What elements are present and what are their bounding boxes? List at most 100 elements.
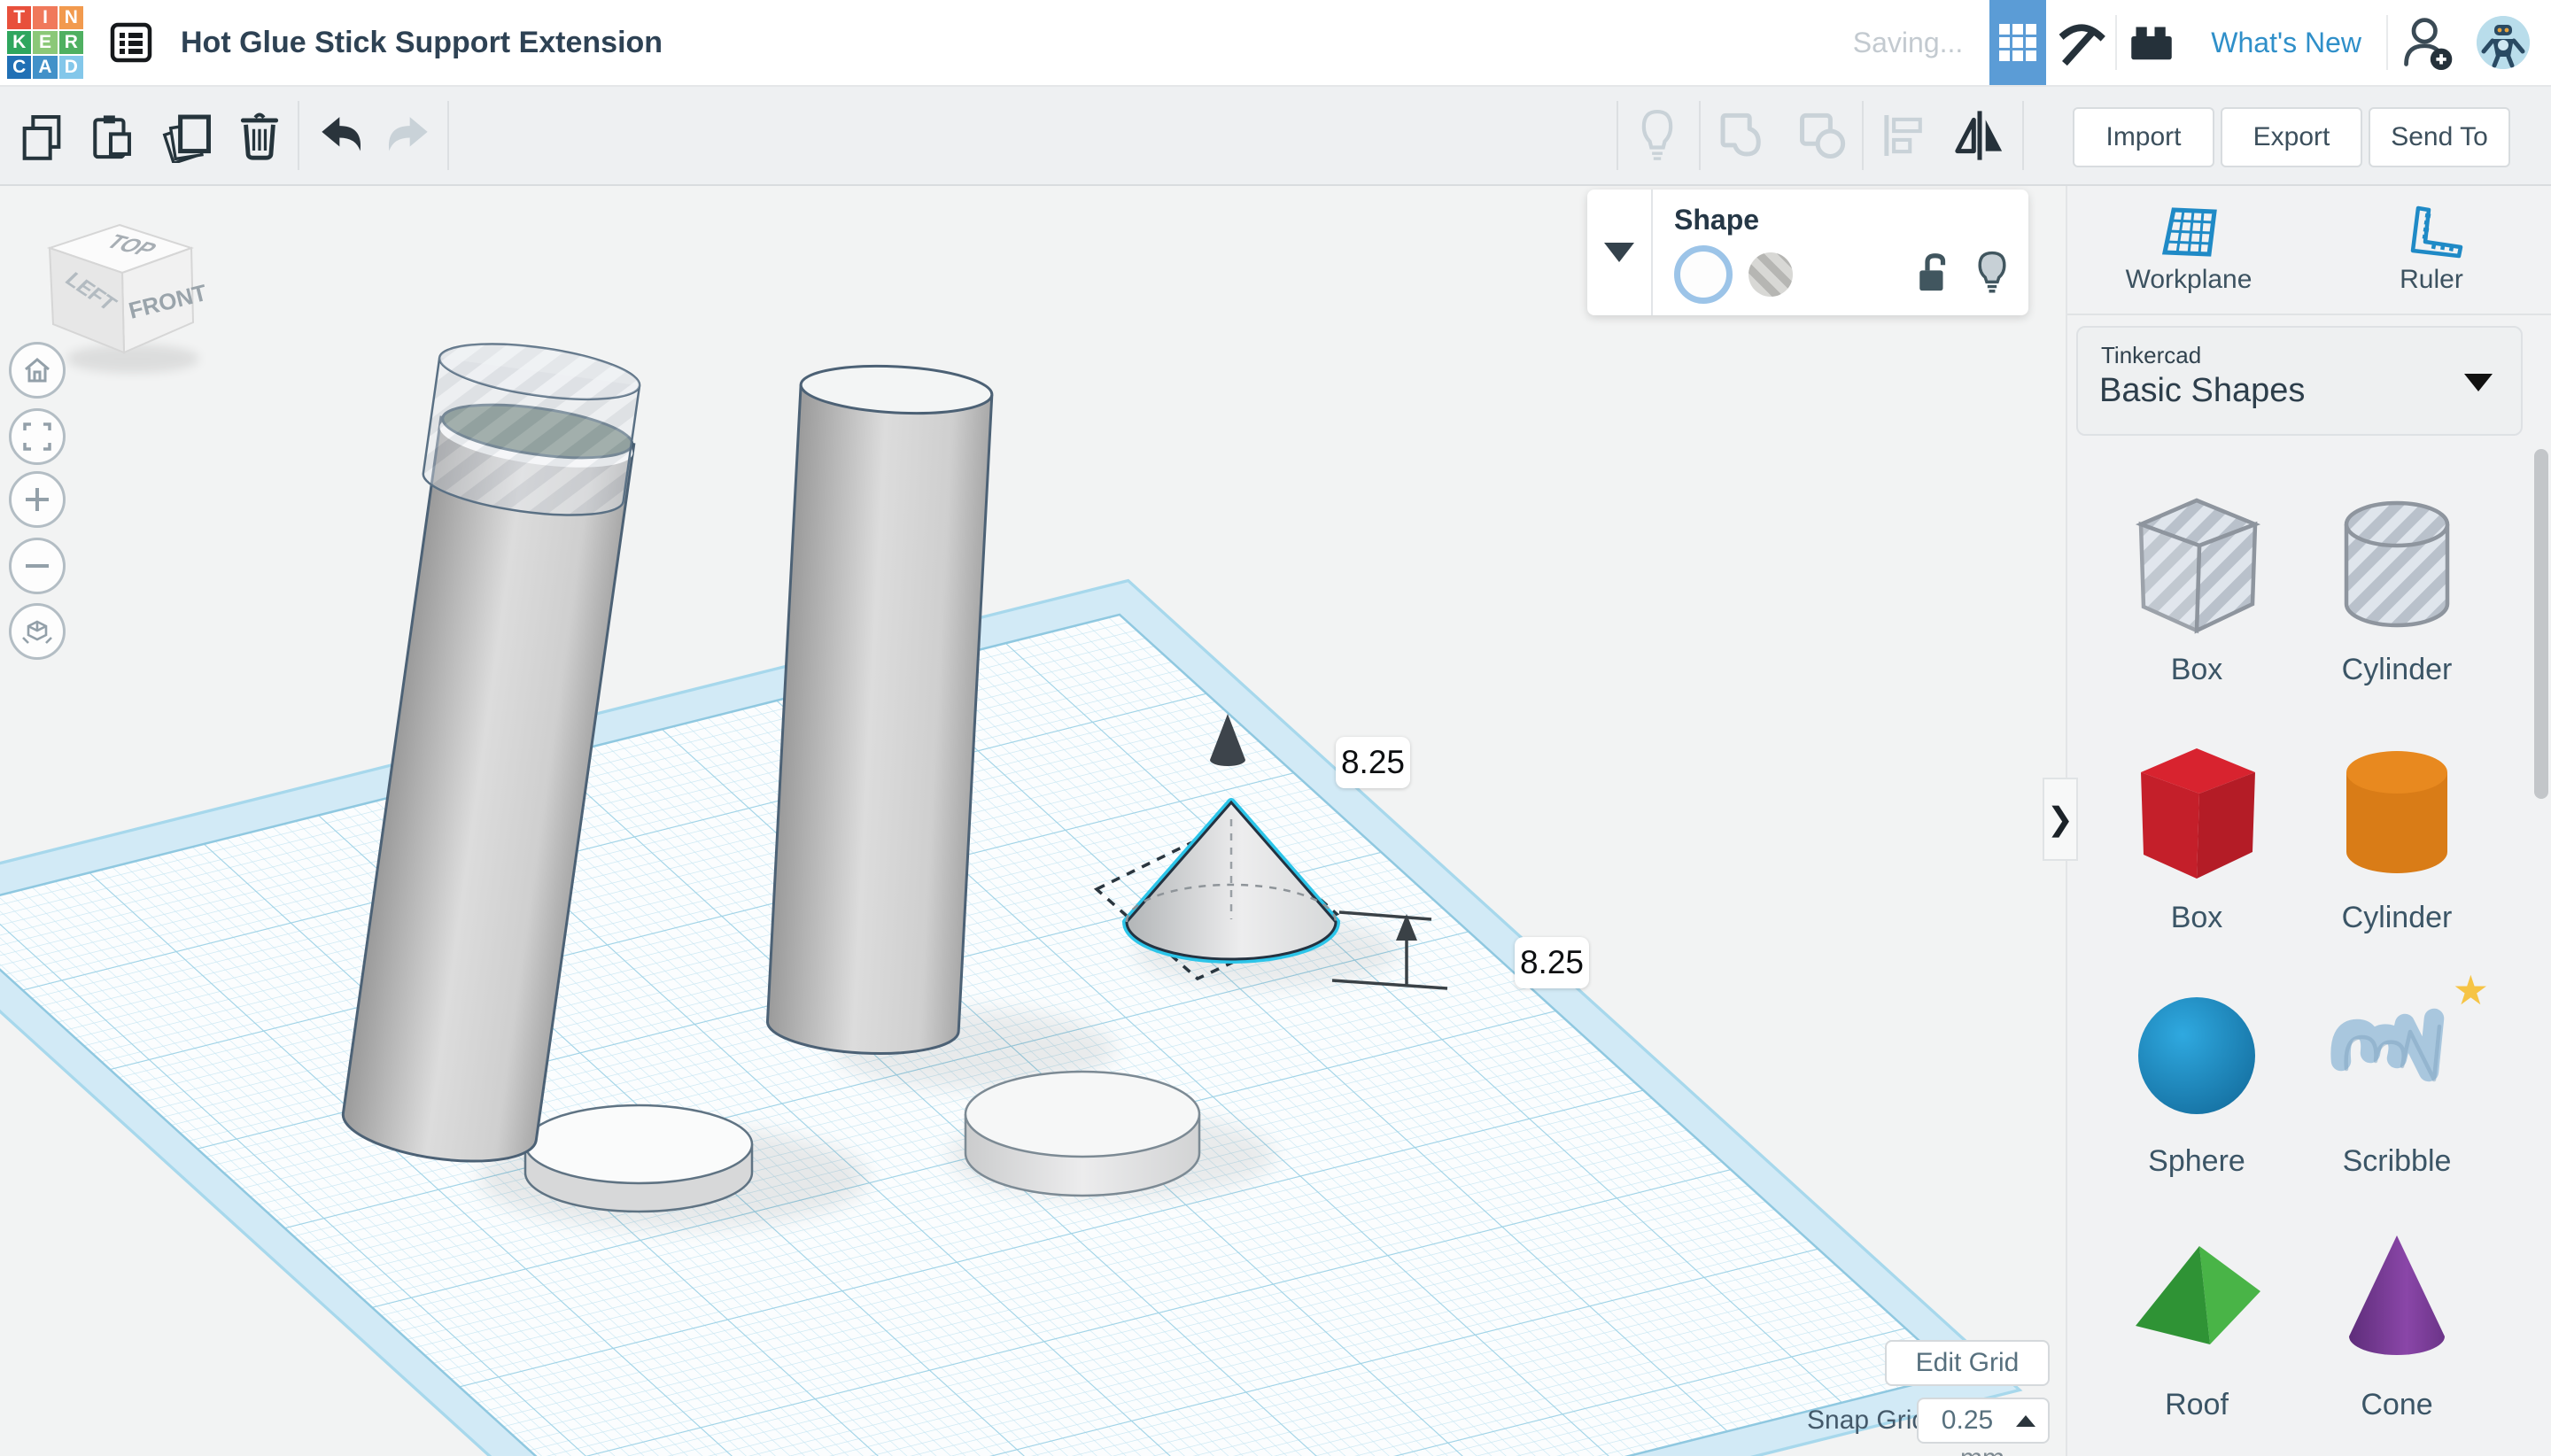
shape-label: Cone: [2361, 1388, 2433, 1421]
roof-icon: [2136, 1246, 2260, 1344]
whats-new-link[interactable]: What's New: [2186, 27, 2386, 59]
logo-letter: N: [58, 6, 83, 29]
zoom-out-button[interactable]: [9, 538, 66, 594]
toolbar-divider: [1699, 101, 1701, 170]
dimension-width-field[interactable]: 8.25: [1336, 737, 1410, 788]
redo-icon: [388, 117, 428, 151]
shape-tile-scribble[interactable]: ★ Scribble: [2299, 967, 2494, 1179]
minecraft-button[interactable]: [2046, 0, 2115, 85]
mirror-icon: [1955, 111, 2003, 160]
perspective-toggle-button[interactable]: [9, 603, 66, 660]
chevron-right-icon: ❯: [2046, 801, 2074, 837]
glue-stick-cylinder-right[interactable]: [765, 361, 994, 1057]
import-button[interactable]: Import: [2073, 107, 2214, 167]
cylinder-icon: [2346, 751, 2447, 873]
invite-button[interactable]: [2388, 0, 2468, 85]
shape-tile-box[interactable]: Box: [2099, 735, 2294, 935]
snap-grid-value: 0.25: [1941, 1406, 1994, 1435]
mirror-button[interactable]: [1942, 87, 2018, 184]
ruler-label: Ruler: [2400, 265, 2463, 294]
snap-grid-select[interactable]: 0.25: [1917, 1398, 2050, 1444]
logo-letter: T: [7, 6, 32, 29]
ruler-tool[interactable]: Ruler: [2310, 186, 2551, 314]
person-add-icon: [2404, 18, 2453, 71]
dashboard-grid-button[interactable]: [1989, 0, 2047, 85]
document-title: Hot Glue Stick Support Extension: [181, 25, 663, 59]
workplane-tool[interactable]: Workplane: [2067, 186, 2310, 314]
design-menu-button[interactable]: [108, 21, 154, 64]
sidebar-collapse-handle[interactable]: ❯: [2043, 778, 2078, 861]
shape-tile-cylinder-hole[interactable]: Cylinder: [2299, 487, 2494, 687]
undo-icon: [322, 117, 361, 151]
paste-button[interactable]: [81, 87, 140, 184]
workplane-icon: [2161, 207, 2217, 257]
light-toggle-button[interactable]: [1630, 87, 1685, 184]
sphere-icon: [2138, 997, 2255, 1114]
shape-tile-roof[interactable]: Roof: [2099, 1222, 2294, 1422]
toolbar-divider: [298, 101, 299, 170]
export-button[interactable]: Export: [2221, 107, 2362, 167]
zoom-in-button[interactable]: [9, 471, 66, 528]
robot-avatar-icon: [2477, 16, 2530, 69]
sidebar-tools: Workplane Ruler: [2067, 186, 2551, 315]
list-menu-icon: [110, 22, 152, 63]
align-icon: [1884, 114, 1922, 157]
align-button[interactable]: [1873, 87, 1933, 184]
perspective-cube-icon: [22, 620, 52, 644]
solid-color-swatch[interactable]: [1674, 245, 1733, 304]
visibility-lightbulb-icon[interactable]: [1975, 250, 2009, 296]
copy-button[interactable]: [12, 87, 71, 184]
shape-library-select[interactable]: Tinkercad Basic Shapes: [2076, 326, 2523, 436]
shape-inspector-body: Shape: [1653, 190, 2028, 315]
tinkercad-logo[interactable]: T I N K E R C A D: [7, 6, 83, 79]
minus-icon: [26, 564, 49, 568]
3d-viewport[interactable]: 8.25 8.25 Shape TOP FRONT LEFT Edit Grid…: [0, 186, 2066, 1456]
edit-grid-button[interactable]: Edit Grid: [1885, 1340, 2050, 1386]
lock-icon[interactable]: [1915, 252, 1952, 294]
sidebar-scrollbar[interactable]: [2534, 449, 2548, 799]
box-hole-icon: [2135, 498, 2261, 634]
star-icon[interactable]: ★: [2453, 966, 2489, 1014]
workplane-label: Workplane: [2125, 265, 2252, 294]
duplicate-button[interactable]: [154, 87, 221, 184]
base-disc-left[interactable]: [523, 1104, 754, 1213]
ungroup-button[interactable]: [1789, 87, 1857, 184]
shape-label: Box: [2170, 901, 2223, 934]
chevron-down-icon: [2464, 374, 2493, 391]
disc-center[interactable]: [964, 1070, 1201, 1197]
panel-title: Shape: [1674, 204, 1760, 236]
avatar[interactable]: [2477, 16, 2530, 69]
logo-letter: E: [33, 31, 58, 54]
delete-button[interactable]: [232, 87, 287, 184]
shape-tile-cone[interactable]: Cone: [2299, 1222, 2494, 1422]
library-name: Basic Shapes: [2099, 372, 2306, 409]
toolbar-divider: [447, 101, 449, 170]
home-view-button[interactable]: [9, 342, 66, 399]
hole-swatch[interactable]: [1748, 252, 1793, 297]
toolbar-divider: [1617, 101, 1618, 170]
ungroup-icon: [1800, 112, 1846, 159]
lego-button[interactable]: [2117, 0, 2186, 85]
paste-icon: [93, 115, 131, 159]
shape-tile-sphere[interactable]: Sphere: [2099, 979, 2294, 1179]
logo-letter: C: [7, 56, 32, 79]
group-button[interactable]: [1710, 87, 1773, 184]
shape-inspector-panel: Shape: [1587, 190, 2028, 315]
cylinder-hole-icon: [2344, 500, 2450, 628]
snap-grid-label: Snap Grid: [1807, 1406, 1927, 1435]
logo-letter: K: [7, 31, 32, 54]
fit-view-button[interactable]: [9, 408, 66, 465]
send-to-button[interactable]: Send To: [2369, 107, 2510, 167]
redo-button[interactable]: [379, 87, 438, 184]
box-icon: [2141, 748, 2255, 879]
toolbar-divider: [2022, 101, 2024, 170]
shape-tile-cylinder[interactable]: Cylinder: [2299, 735, 2494, 935]
panel-collapse-button[interactable]: [1587, 190, 1653, 315]
undo-button[interactable]: [312, 87, 370, 184]
dimension-height-field[interactable]: 8.25: [1515, 937, 1589, 988]
shape-tile-box-hole[interactable]: Box: [2099, 487, 2294, 687]
fit-view-icon: [23, 422, 51, 451]
chevron-down-icon: [1604, 243, 1634, 262]
trash-icon: [240, 112, 279, 160]
scene: [0, 343, 2023, 1456]
